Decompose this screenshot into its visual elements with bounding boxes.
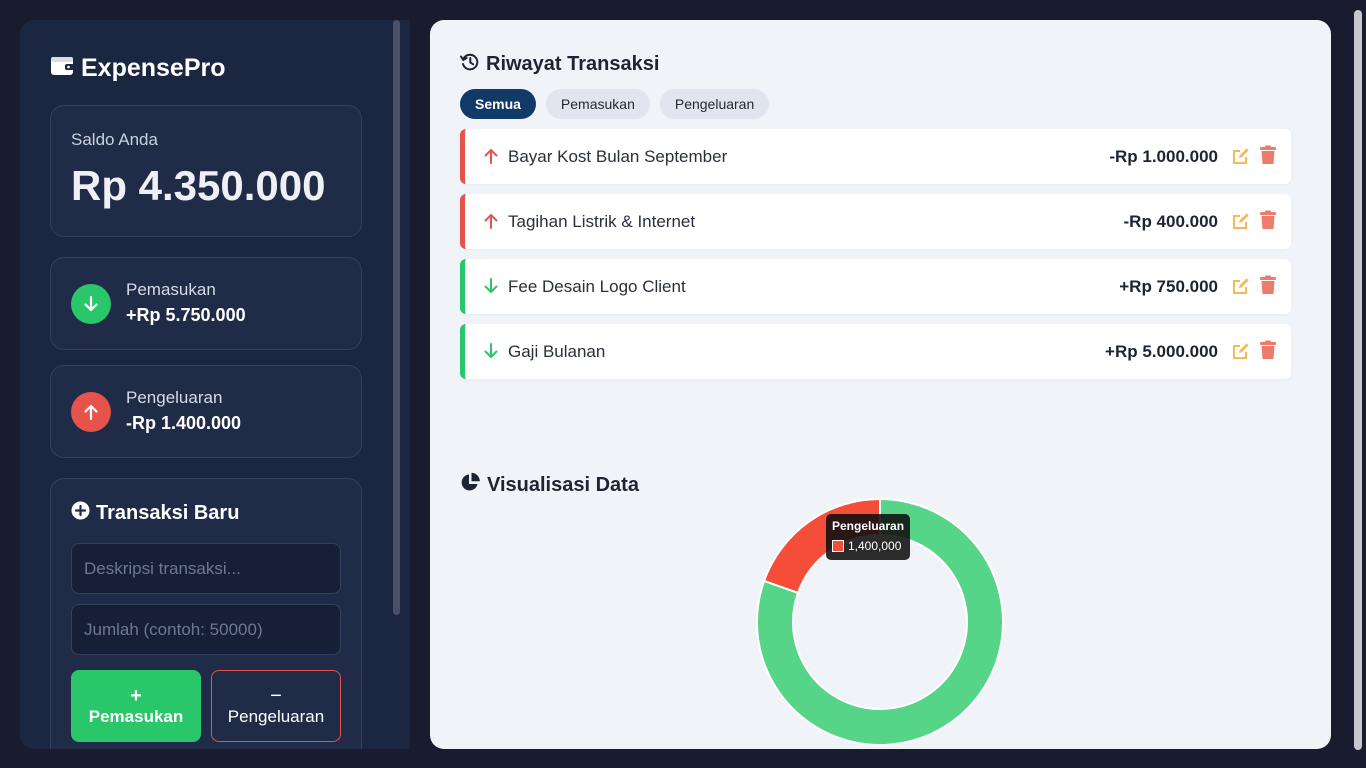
- trash-icon[interactable]: [1259, 275, 1277, 300]
- expense-card: Pengeluaran -Rp 1.400.000: [50, 365, 362, 458]
- history-title-text: Riwayat Transaksi: [486, 53, 660, 75]
- transaction-description: Tagihan Listrik & Internet: [508, 212, 696, 231]
- form-title-text: Transaksi Baru: [96, 501, 240, 524]
- tooltip-value: 1,400,000: [848, 539, 902, 553]
- edit-icon[interactable]: [1231, 146, 1251, 171]
- amount-input[interactable]: [71, 604, 341, 655]
- income-label: Pemasukan: [126, 280, 216, 299]
- tooltip-row: 1,400,000: [832, 539, 901, 553]
- expense-value: -Rp 1.400.000: [126, 413, 242, 433]
- transaction-amount: +Rp 5.000.000: [1105, 342, 1218, 361]
- expense-label: Pengeluaran: [126, 388, 223, 407]
- balance-card: Saldo Anda Rp 4.350.000: [50, 105, 362, 237]
- transaction-amount: -Rp 1.000.000: [1109, 147, 1218, 166]
- visualization-title-text: Visualisasi Data: [487, 473, 639, 496]
- arrow-up-icon: [71, 392, 111, 432]
- description-input[interactable]: [71, 543, 341, 594]
- wallet-icon: [50, 55, 75, 82]
- add-income-label: Pemasukan: [88, 707, 184, 726]
- transaction-description: Gaji Bulanan: [508, 342, 606, 361]
- filter-expense[interactable]: Pengeluaran: [659, 89, 770, 119]
- edit-icon[interactable]: [1231, 341, 1251, 366]
- app-name: ExpensePro: [81, 54, 226, 82]
- arrow-down-icon: [482, 342, 500, 365]
- transaction-item: Gaji Bulanan +Rp 5.000.000: [460, 324, 1291, 379]
- form-title: Transaksi Baru: [71, 501, 239, 525]
- minus-icon: −: [270, 685, 282, 707]
- balance-label: Saldo Anda: [71, 130, 158, 149]
- add-expense-label: Pengeluaran: [227, 707, 325, 726]
- transaction-item: Tagihan Listrik & Internet -Rp 400.000: [460, 194, 1291, 249]
- add-expense-button[interactable]: − Pengeluaran: [211, 670, 341, 742]
- page-scrollbar[interactable]: [1354, 10, 1362, 750]
- pie-chart-icon: [460, 472, 481, 498]
- tooltip-swatch: [832, 540, 844, 552]
- sidebar-scrollbar[interactable]: [393, 20, 400, 615]
- filter-tabs: Semua Pemasukan Pengeluaran: [460, 89, 770, 119]
- new-transaction-form: Transaksi Baru + Pemasukan − Pengeluaran: [50, 478, 362, 749]
- transaction-item: Fee Desain Logo Client +Rp 750.000: [460, 259, 1291, 314]
- plus-circle-icon: [71, 501, 90, 525]
- transaction-amount: -Rp 400.000: [1123, 212, 1219, 231]
- edit-icon[interactable]: [1231, 276, 1251, 301]
- brand: ExpensePro: [50, 54, 226, 83]
- transaction-list: Bayar Kost Bulan September -Rp 1.000.000…: [460, 129, 1291, 389]
- arrow-up-icon: [482, 212, 500, 235]
- arrow-down-icon: [482, 277, 500, 300]
- history-icon: [460, 52, 480, 77]
- trash-icon[interactable]: [1259, 340, 1277, 365]
- arrow-down-icon: [71, 284, 111, 324]
- sidebar: ExpensePro Saldo Anda Rp 4.350.000 Pemas…: [20, 20, 410, 749]
- transaction-description: Bayar Kost Bulan September: [508, 147, 728, 166]
- history-title: Riwayat Transaksi: [460, 52, 659, 77]
- tooltip-label: Pengeluaran: [832, 519, 905, 533]
- transaction-description: Fee Desain Logo Client: [508, 277, 686, 296]
- add-income-button[interactable]: + Pemasukan: [71, 670, 201, 742]
- visualization-title: Visualisasi Data: [460, 472, 639, 498]
- arrow-up-icon: [482, 147, 500, 170]
- main-panel: Riwayat Transaksi Semua Pemasukan Pengel…: [430, 20, 1331, 749]
- filter-income[interactable]: Pemasukan: [545, 89, 650, 119]
- filter-all[interactable]: Semua: [460, 89, 536, 119]
- transaction-amount: +Rp 750.000: [1119, 277, 1218, 296]
- transaction-item: Bayar Kost Bulan September -Rp 1.000.000: [460, 129, 1291, 184]
- income-value: +Rp 5.750.000: [126, 305, 246, 325]
- chart-tooltip: Pengeluaran 1,400,000: [826, 514, 910, 560]
- balance-value: Rp 4.350.000: [71, 162, 326, 209]
- plus-icon: +: [130, 685, 142, 707]
- edit-icon[interactable]: [1231, 211, 1251, 236]
- trash-icon[interactable]: [1259, 210, 1277, 235]
- trash-icon[interactable]: [1259, 145, 1277, 170]
- income-card: Pemasukan +Rp 5.750.000: [50, 257, 362, 350]
